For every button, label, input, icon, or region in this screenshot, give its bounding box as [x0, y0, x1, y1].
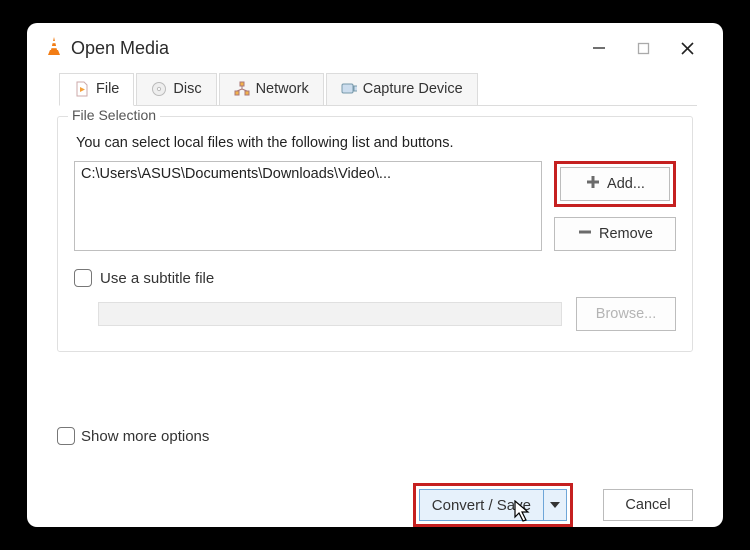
tab-disc-label: Disc: [173, 81, 201, 97]
minus-icon: [577, 224, 593, 244]
file-icon: [74, 81, 90, 97]
subtitle-checkbox[interactable]: [74, 269, 92, 287]
tab-network-label: Network: [256, 81, 309, 97]
tab-file-label: File: [96, 81, 119, 97]
subtitle-path-input: [98, 302, 562, 326]
remove-button-label: Remove: [599, 226, 653, 242]
convert-save-label: Convert / Save: [420, 490, 544, 520]
browse-button-label: Browse...: [596, 306, 656, 322]
file-selection-legend: File Selection: [68, 107, 160, 123]
vlc-icon: [45, 36, 63, 60]
browse-button: Browse...: [576, 297, 676, 331]
file-selection-hint: You can select local files with the foll…: [76, 135, 676, 151]
tab-network[interactable]: Network: [219, 73, 324, 105]
window-title: Open Media: [71, 38, 169, 59]
maximize-button[interactable]: [621, 33, 665, 63]
add-button[interactable]: Add...: [560, 167, 670, 201]
convert-save-button[interactable]: Convert / Save: [419, 489, 567, 521]
tab-file[interactable]: File: [59, 73, 134, 106]
show-more-label: Show more options: [81, 428, 209, 445]
network-icon: [234, 81, 250, 97]
convert-dropdown-toggle[interactable]: [544, 490, 566, 520]
file-selection-group: File Selection You can select local file…: [57, 116, 693, 352]
file-path-entry[interactable]: C:\Users\ASUS\Documents\Downloads\Video\…: [81, 166, 535, 182]
capture-icon: [341, 81, 357, 97]
tab-bar: File Disc Network Capture Device: [59, 73, 697, 106]
cancel-button[interactable]: Cancel: [603, 489, 693, 521]
tab-content: File Selection You can select local file…: [27, 106, 723, 427]
minimize-button[interactable]: [577, 33, 621, 63]
highlight-add: Add...: [554, 161, 676, 207]
titlebar: Open Media: [27, 23, 723, 69]
cancel-button-label: Cancel: [625, 497, 670, 513]
tab-disc[interactable]: Disc: [136, 73, 216, 105]
subtitle-label: Use a subtitle file: [100, 270, 214, 287]
chevron-down-icon: [550, 502, 560, 508]
remove-button[interactable]: Remove: [554, 217, 676, 251]
add-button-label: Add...: [607, 176, 645, 192]
highlight-convert: Convert / Save: [413, 483, 573, 527]
file-list[interactable]: C:\Users\ASUS\Documents\Downloads\Video\…: [74, 161, 542, 251]
show-more-checkbox[interactable]: [57, 427, 75, 445]
open-media-dialog: Open Media File Disc N: [27, 23, 723, 527]
plus-icon: [585, 174, 601, 194]
tab-capture[interactable]: Capture Device: [326, 73, 478, 105]
close-button[interactable]: [665, 33, 709, 63]
tab-capture-label: Capture Device: [363, 81, 463, 97]
disc-icon: [151, 81, 167, 97]
